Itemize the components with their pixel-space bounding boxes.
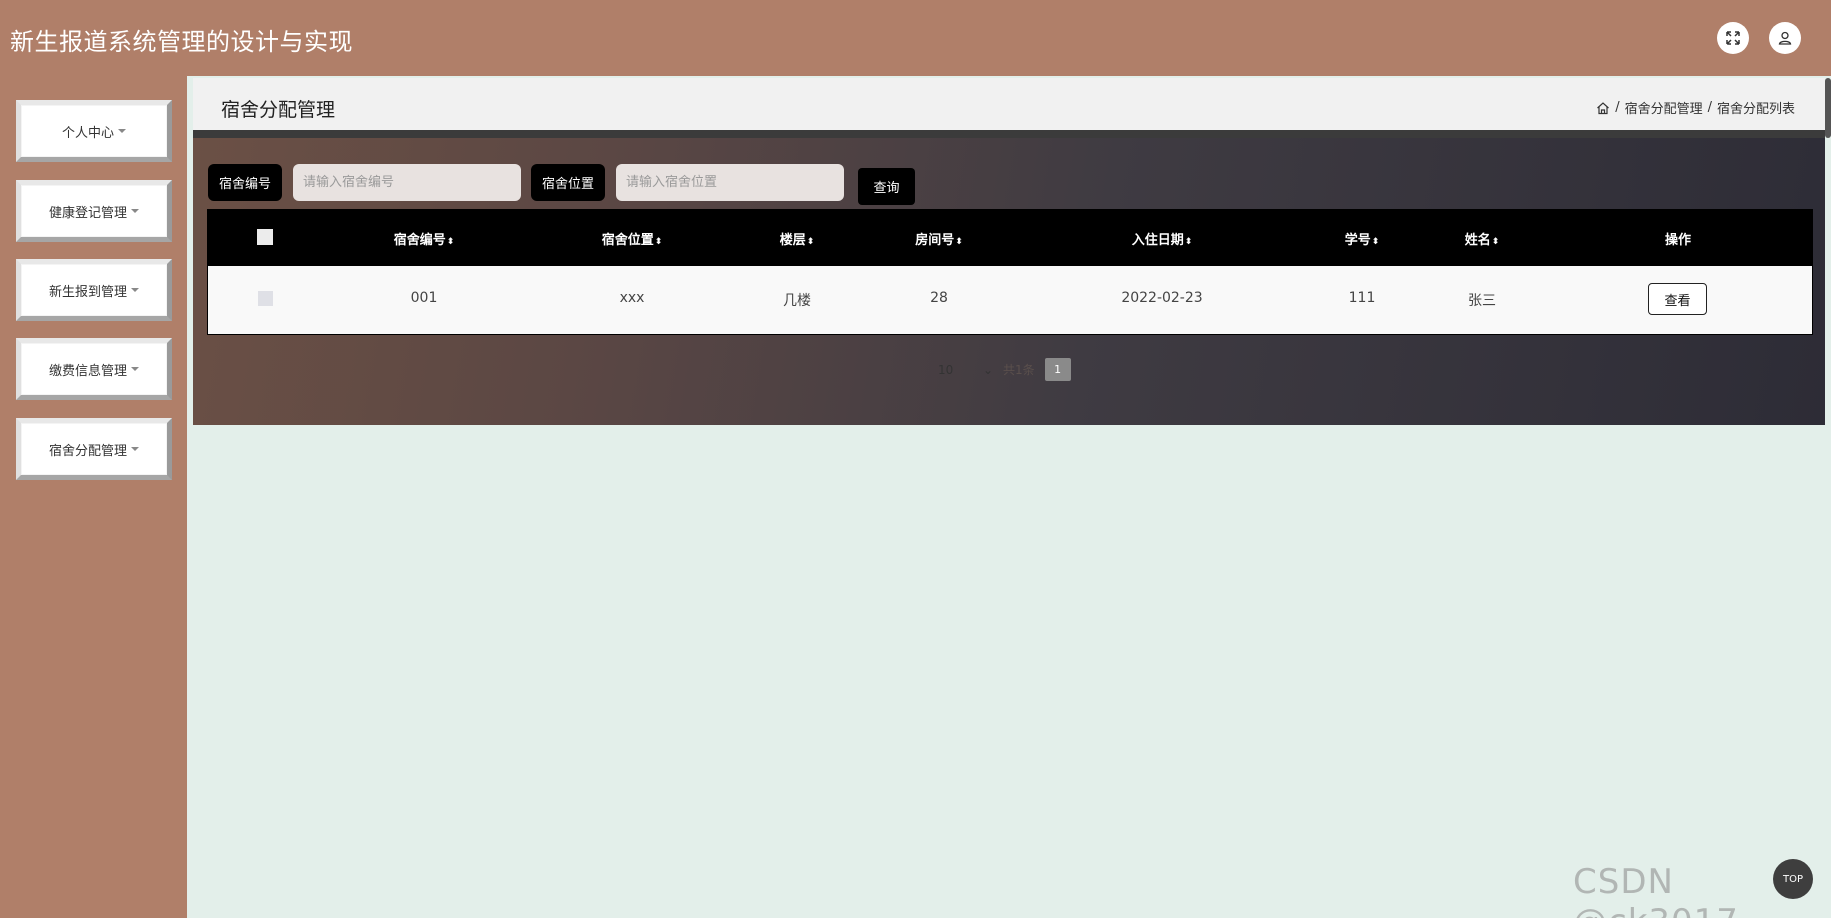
cell-dorm-number: 001 <box>410 290 438 306</box>
column-header-room-number[interactable]: 房间号⬍ <box>915 229 963 248</box>
sort-icon: ⬍ <box>1184 237 1193 247</box>
fullscreen-button[interactable] <box>1717 22 1749 54</box>
column-header-dorm-number[interactable]: 宿舍编号⬍ <box>394 229 455 248</box>
dorm-table: 宿舍编号⬍ 宿舍位置⬍ 楼层⬍ 房间号⬍ 入住日期⬍ 学号⬍ 姓名⬍ 操作 00… <box>207 209 1813 335</box>
dorm-number-input[interactable] <box>293 164 521 201</box>
sort-icon: ⬍ <box>806 237 815 247</box>
query-button[interactable]: 查询 <box>858 168 915 205</box>
cell-student-id: 111 <box>1348 290 1376 306</box>
caret-down-icon <box>131 288 139 292</box>
breadcrumb-dorm-list: 宿舍分配列表 <box>1716 102 1795 117</box>
column-header-floor[interactable]: 楼层⬍ <box>780 229 815 248</box>
dorm-location-label: 宿舍位置 <box>531 164 606 201</box>
user-icon <box>1778 31 1792 45</box>
sidebar-item-label: 新生报到管理 <box>48 284 127 300</box>
select-all-checkbox[interactable] <box>257 229 273 245</box>
back-to-top-button[interactable]: TOP <box>1773 859 1813 899</box>
sidebar-item-label: 宿舍分配管理 <box>48 443 127 459</box>
cell-dorm-location: xxx <box>619 290 645 306</box>
page-size-value: 10 <box>938 362 954 377</box>
sort-icon: ⬍ <box>955 237 963 247</box>
user-menu-button[interactable] <box>1769 22 1801 54</box>
column-header-dorm-location[interactable]: 宿舍位置⬍ <box>602 229 663 248</box>
column-header-student-id[interactable]: 学号⬍ <box>1345 229 1380 248</box>
caret-down-icon <box>118 129 126 133</box>
table-header: 宿舍编号⬍ 宿舍位置⬍ 楼层⬍ 房间号⬍ 入住日期⬍ 学号⬍ 姓名⬍ 操作 <box>208 210 1812 266</box>
sidebar-item-dorm-allocation[interactable]: 宿舍分配管理 <box>16 418 172 480</box>
cell-room-number: 28 <box>930 290 948 306</box>
table-row: 001 xxx 几楼 28 2022-02-23 111 张三 查看 <box>208 266 1812 334</box>
sidebar-item-freshman-report[interactable]: 新生报到管理 <box>16 259 172 321</box>
sort-icon: ⬍ <box>1491 237 1500 247</box>
caret-down-icon <box>131 367 139 371</box>
column-header-name[interactable]: 姓名⬍ <box>1465 229 1500 248</box>
breadcrumb-separator: / <box>1615 100 1620 115</box>
sort-icon: ⬍ <box>654 237 663 247</box>
chevron-down-icon: ⌄ <box>982 362 993 377</box>
page-scrollbar[interactable] <box>1825 78 1831 138</box>
row-checkbox[interactable] <box>258 291 273 306</box>
cell-checkin-date: 2022-02-23 <box>1121 290 1203 306</box>
page-title: 宿舍分配管理 <box>221 99 336 121</box>
column-header-checkin-date[interactable]: 入住日期⬍ <box>1132 229 1193 248</box>
sidebar-item-label: 个人中心 <box>61 125 114 141</box>
sort-icon: ⬍ <box>446 237 455 247</box>
sort-icon: ⬍ <box>1371 237 1380 247</box>
sidebar-item-health-registration[interactable]: 健康登记管理 <box>16 180 172 242</box>
page-number-button[interactable]: 1 <box>1044 358 1071 381</box>
caret-down-icon <box>131 209 139 213</box>
dorm-number-label: 宿舍编号 <box>208 164 283 201</box>
breadcrumb-separator: / <box>1707 100 1712 115</box>
dorm-list-panel: 宿舍编号 宿舍位置 查询 宿舍编号⬍ 宿舍位置⬍ 楼层⬍ 房间号⬍ 入住日期⬍ … <box>193 130 1825 425</box>
breadcrumb: / 宿舍分配管理 / 宿舍分配列表 <box>1596 98 1795 117</box>
dorm-location-input[interactable] <box>616 164 844 201</box>
content-title-bar: 宿舍分配管理 / 宿舍分配管理 / 宿舍分配列表 <box>193 78 1825 130</box>
top-header: 新生报道系统管理的设计与实现 <box>0 0 1831 76</box>
pagination-total: 共1条 <box>1003 363 1035 377</box>
sidebar-item-label: 缴费信息管理 <box>48 363 127 379</box>
home-icon[interactable] <box>1596 101 1610 115</box>
caret-down-icon <box>131 447 139 451</box>
cell-name: 张三 <box>1468 293 1496 309</box>
sidebar-item-personal-center[interactable]: 个人中心 <box>16 100 172 162</box>
cell-floor: 几楼 <box>783 293 811 309</box>
pagination: 10 ⌄ 共1条 1 <box>938 358 1071 381</box>
view-button[interactable]: 查看 <box>1648 283 1707 315</box>
sidebar-item-label: 健康登记管理 <box>48 205 127 221</box>
column-header-action: 操作 <box>1664 233 1692 248</box>
expand-icon <box>1726 31 1740 45</box>
sidebar-item-payment-info[interactable]: 缴费信息管理 <box>16 338 172 400</box>
page-size-select[interactable]: 10 ⌄ <box>938 363 993 377</box>
sidebar: 个人中心 健康登记管理 新生报到管理 缴费信息管理 宿舍分配管理 <box>0 76 187 918</box>
app-title: 新生报道系统管理的设计与实现 <box>10 28 353 56</box>
breadcrumb-dorm-allocation[interactable]: 宿舍分配管理 <box>1625 98 1703 117</box>
